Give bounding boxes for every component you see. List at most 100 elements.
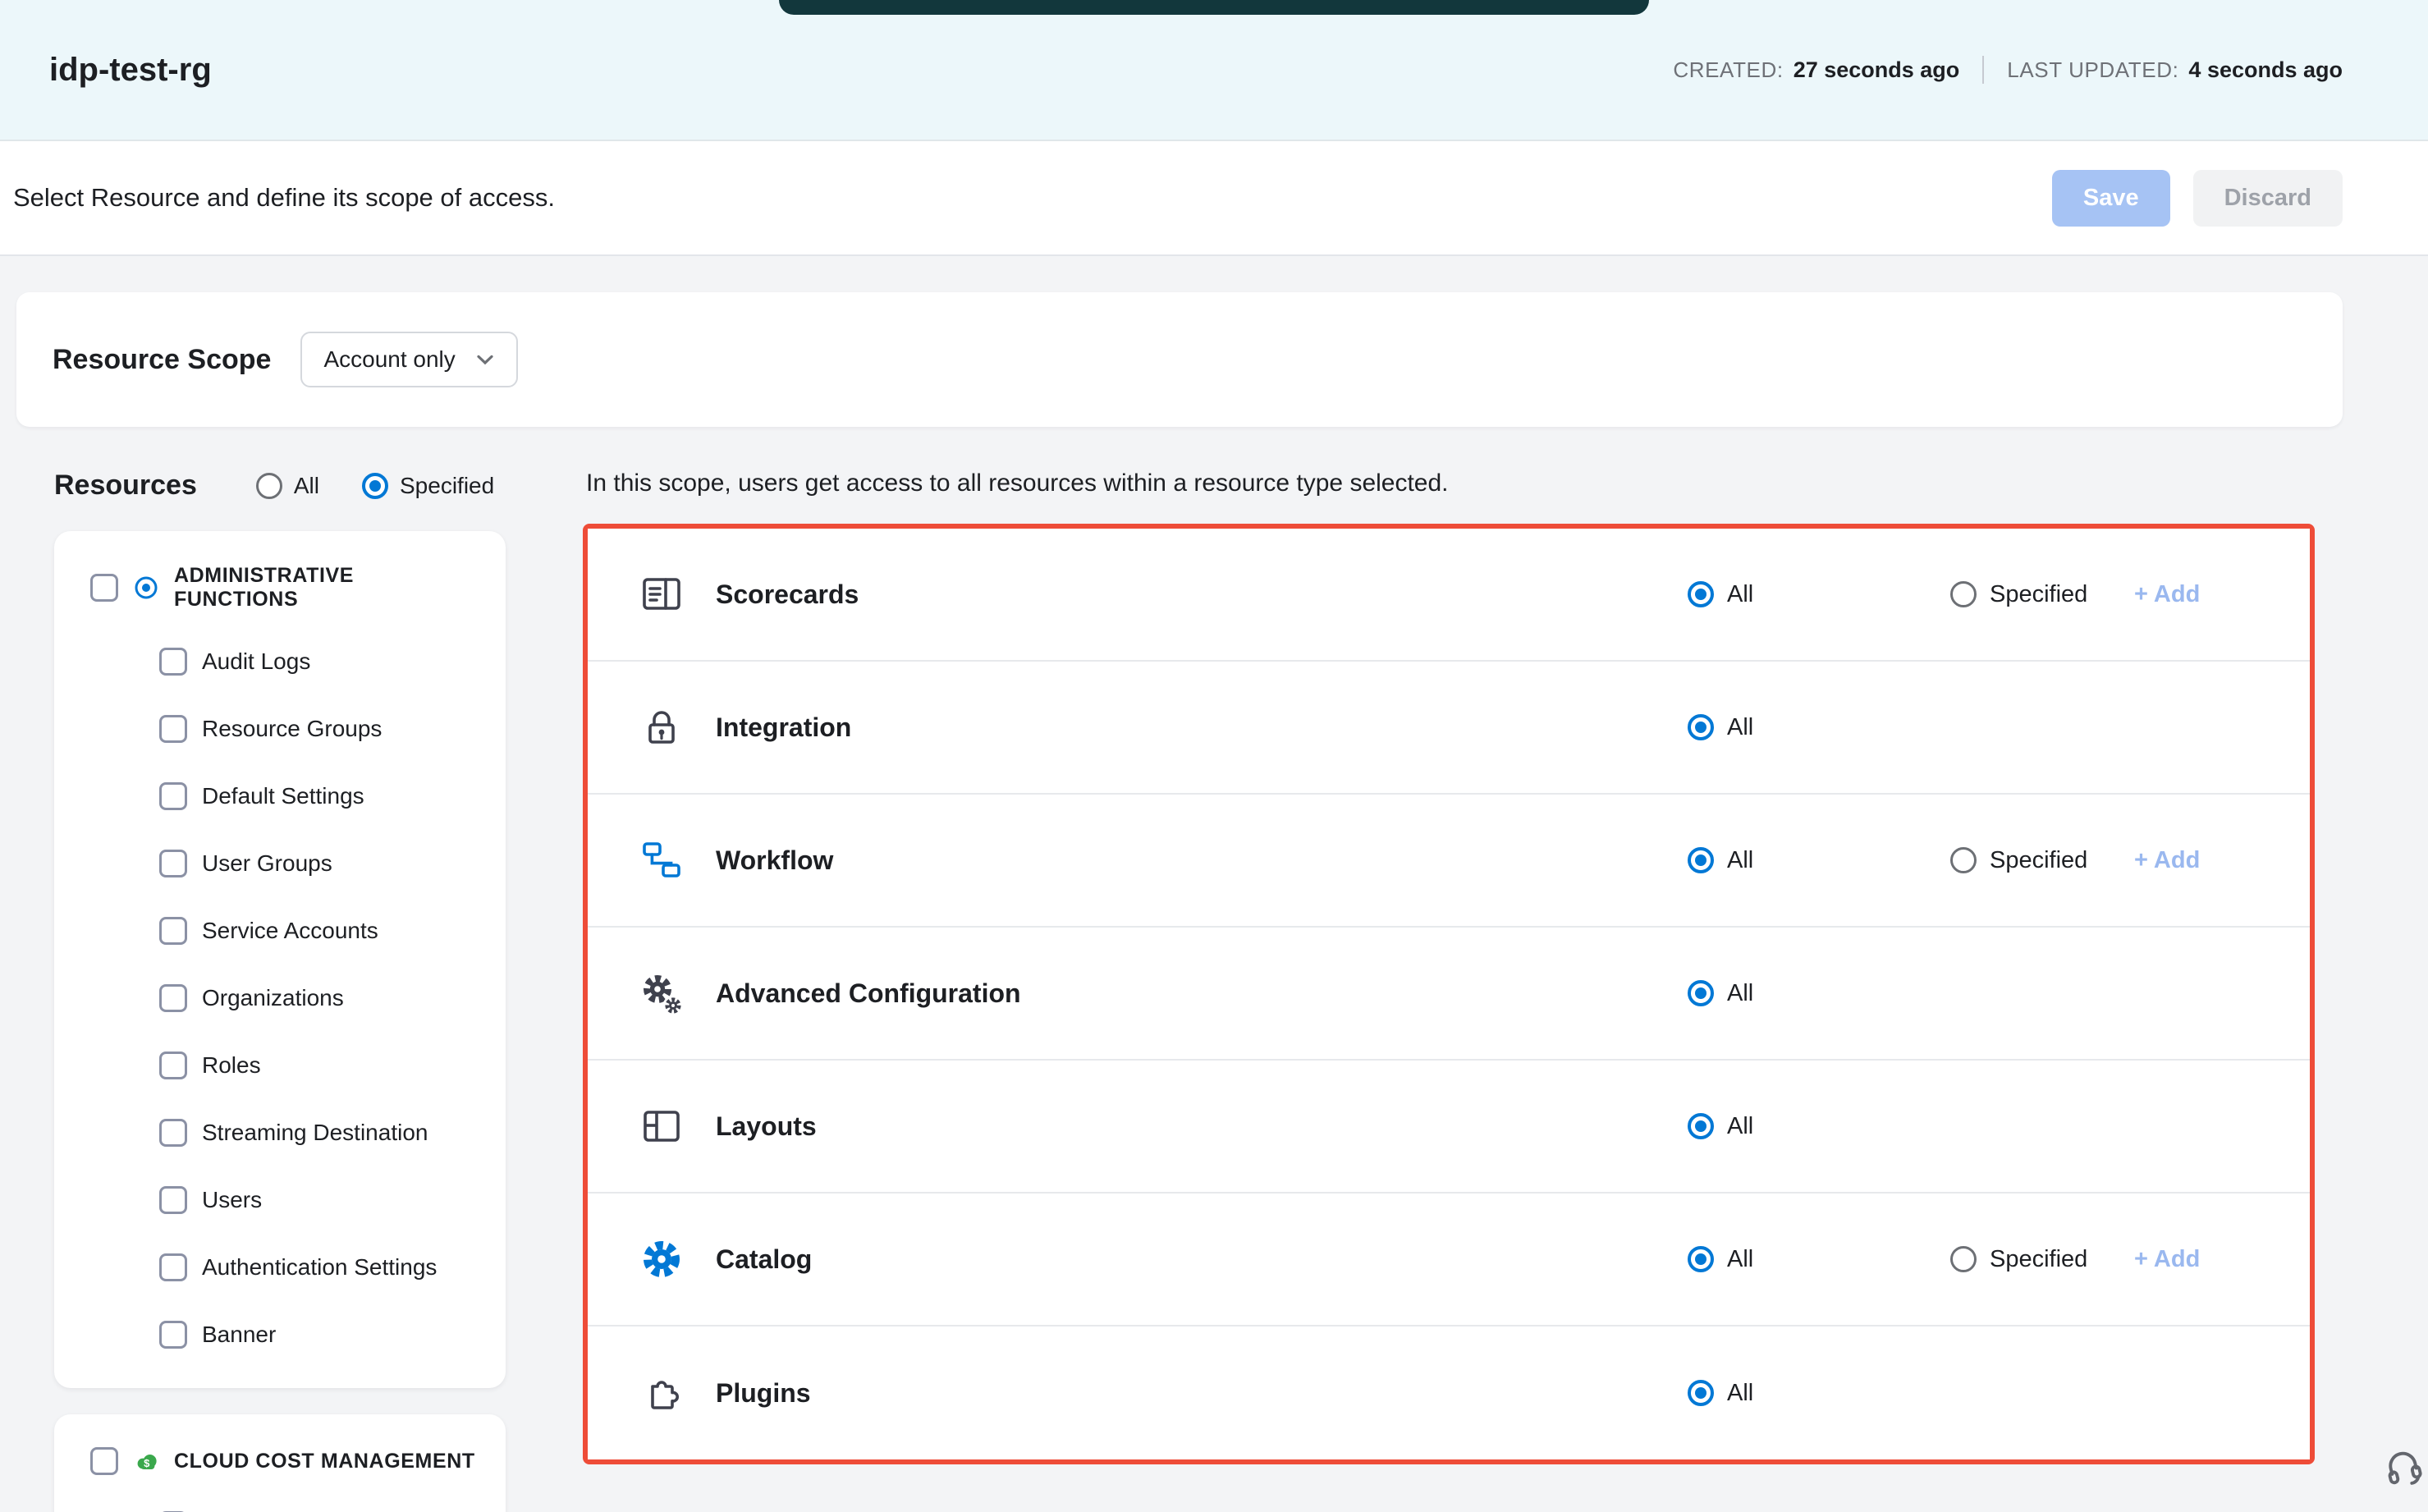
all-label: All bbox=[1727, 714, 1753, 741]
all-label: All bbox=[1727, 980, 1753, 1007]
page-header: idp-test-rg CREATED: 27 seconds ago LAST… bbox=[0, 0, 2428, 141]
layouts-icon bbox=[637, 1102, 686, 1151]
resources-specified-label: Specified bbox=[400, 473, 494, 499]
checkbox[interactable] bbox=[159, 648, 187, 676]
admin-functions-icon bbox=[133, 575, 159, 601]
resource-item-label: Users bbox=[202, 1187, 262, 1213]
resource-item-authentication-settings[interactable]: Authentication Settings bbox=[54, 1234, 506, 1301]
specified-radio[interactable]: Specified bbox=[1950, 581, 2134, 608]
radio-selected-icon bbox=[1688, 1380, 1714, 1406]
resource-item-label: Banner bbox=[202, 1322, 276, 1348]
checkbox[interactable] bbox=[159, 984, 187, 1012]
resource-item-users[interactable]: Users bbox=[54, 1166, 506, 1234]
scorecards-icon bbox=[637, 570, 686, 619]
resource-group-admin-functions: ADMINISTRATIVE FUNCTIONS Audit Logs Reso… bbox=[54, 531, 506, 1388]
workflow-icon bbox=[637, 836, 686, 885]
resources-all-radio[interactable]: All bbox=[256, 473, 319, 499]
checkbox[interactable] bbox=[159, 782, 187, 810]
resource-item-recommendations[interactable]: Recommendations bbox=[54, 1491, 506, 1512]
created-value: 27 seconds ago bbox=[1794, 57, 1960, 83]
resource-type-label: Advanced Configuration bbox=[716, 978, 1688, 1009]
top-notch bbox=[779, 0, 1649, 15]
resource-group-header[interactable]: ADMINISTRATIVE FUNCTIONS bbox=[54, 538, 506, 628]
checkbox[interactable] bbox=[159, 850, 187, 877]
group-name: ADMINISTRATIVE FUNCTIONS bbox=[174, 564, 483, 612]
all-radio[interactable]: All bbox=[1688, 1380, 1950, 1407]
resource-item-organizations[interactable]: Organizations bbox=[54, 964, 506, 1032]
checkbox[interactable] bbox=[159, 1321, 187, 1349]
divider bbox=[1982, 56, 1984, 84]
all-radio[interactable]: All bbox=[1688, 714, 1950, 741]
resource-type-label: Plugins bbox=[716, 1378, 1688, 1409]
resources-sidebar: Resources All Specified bbox=[16, 466, 506, 1512]
resource-type-label: Layouts bbox=[716, 1111, 1688, 1142]
all-radio[interactable]: All bbox=[1688, 1246, 1950, 1273]
resource-item-label: Authentication Settings bbox=[202, 1254, 437, 1281]
radio-selected-icon bbox=[1688, 1246, 1714, 1272]
all-label: All bbox=[1727, 1246, 1753, 1273]
save-button[interactable]: Save bbox=[2052, 170, 2170, 227]
specified-radio[interactable]: Specified bbox=[1950, 847, 2134, 874]
specified-label: Specified bbox=[1990, 847, 2087, 874]
resource-scope-label: Resource Scope bbox=[53, 344, 271, 376]
resource-group-header[interactable]: $ CLOUD COST MANAGEMENT bbox=[54, 1421, 506, 1491]
action-toolbar: Select Resource and define its scope of … bbox=[0, 141, 2428, 256]
checkbox[interactable] bbox=[159, 715, 187, 743]
resource-item-audit-logs[interactable]: Audit Logs bbox=[54, 628, 506, 695]
radio-icon bbox=[1950, 847, 1977, 873]
checkbox[interactable] bbox=[159, 1186, 187, 1214]
resources-title: Resources bbox=[54, 470, 197, 502]
resource-group-cloud-cost: $ CLOUD COST MANAGEMENT Recommendations bbox=[54, 1414, 506, 1512]
toolbar-description: Select Resource and define its scope of … bbox=[13, 183, 555, 213]
resource-type-label: Integration bbox=[716, 712, 1688, 743]
resource-item-service-accounts[interactable]: Service Accounts bbox=[54, 897, 506, 964]
specified-label: Specified bbox=[1990, 581, 2087, 608]
add-button[interactable]: + Add bbox=[2134, 581, 2236, 608]
resource-type-row-scorecards: Scorecards All Specified + Add bbox=[588, 529, 2310, 662]
group-checkbox[interactable] bbox=[90, 574, 118, 602]
all-radio[interactable]: All bbox=[1688, 581, 1950, 608]
checkbox[interactable] bbox=[159, 1119, 187, 1147]
resource-type-row-integration: Integration All bbox=[588, 662, 2310, 795]
resource-item-label: Roles bbox=[202, 1052, 261, 1079]
checkbox[interactable] bbox=[159, 1253, 187, 1281]
resource-item-streaming-destination[interactable]: Streaming Destination bbox=[54, 1099, 506, 1166]
resource-type-row-advanced-configuration: Advanced Configuration All bbox=[588, 928, 2310, 1061]
resource-item-label: Resource Groups bbox=[202, 716, 382, 742]
catalog-icon bbox=[637, 1235, 686, 1284]
scope-description: In this scope, users get access to all r… bbox=[586, 470, 2343, 497]
cloud-cost-icon: $ bbox=[133, 1448, 159, 1474]
checkbox[interactable] bbox=[159, 1052, 187, 1079]
resource-scope-value: Account only bbox=[323, 346, 455, 373]
radio-selected-icon bbox=[1688, 847, 1714, 873]
add-button[interactable]: + Add bbox=[2134, 847, 2236, 874]
resources-specified-radio[interactable]: Specified bbox=[362, 473, 494, 499]
add-button[interactable]: + Add bbox=[2134, 1246, 2236, 1273]
resource-item-banner[interactable]: Banner bbox=[54, 1301, 506, 1368]
resource-item-user-groups[interactable]: User Groups bbox=[54, 830, 506, 897]
plugins-icon bbox=[637, 1368, 686, 1418]
checkbox[interactable] bbox=[159, 917, 187, 945]
resource-scope-select[interactable]: Account only bbox=[300, 332, 517, 387]
resource-type-row-catalog: Catalog All Specified + Add bbox=[588, 1194, 2310, 1326]
resource-item-label: User Groups bbox=[202, 850, 332, 877]
timestamps: CREATED: 27 seconds ago LAST UPDATED: 4 … bbox=[1673, 56, 2343, 84]
specified-radio[interactable]: Specified bbox=[1950, 1246, 2134, 1273]
resource-item-roles[interactable]: Roles bbox=[54, 1032, 506, 1099]
all-radio[interactable]: All bbox=[1688, 980, 1950, 1007]
resource-types-box: Scorecards All Specified + Add Integrati… bbox=[583, 524, 2315, 1464]
all-label: All bbox=[1727, 1113, 1753, 1140]
all-radio[interactable]: All bbox=[1688, 847, 1950, 874]
all-radio[interactable]: All bbox=[1688, 1113, 1950, 1140]
resource-item-label: Streaming Destination bbox=[202, 1120, 428, 1146]
integration-icon bbox=[637, 703, 686, 752]
page: idp-test-rg CREATED: 27 seconds ago LAST… bbox=[0, 0, 2428, 1512]
resource-item-default-settings[interactable]: Default Settings bbox=[54, 763, 506, 830]
resource-item-resource-groups[interactable]: Resource Groups bbox=[54, 695, 506, 763]
resource-type-label: Catalog bbox=[716, 1244, 1688, 1275]
scope-detail: In this scope, users get access to all r… bbox=[583, 466, 2343, 1512]
discard-button[interactable]: Discard bbox=[2193, 170, 2343, 227]
group-name: CLOUD COST MANAGEMENT bbox=[174, 1450, 475, 1473]
resource-item-label: Organizations bbox=[202, 985, 344, 1011]
group-checkbox[interactable] bbox=[90, 1447, 118, 1475]
